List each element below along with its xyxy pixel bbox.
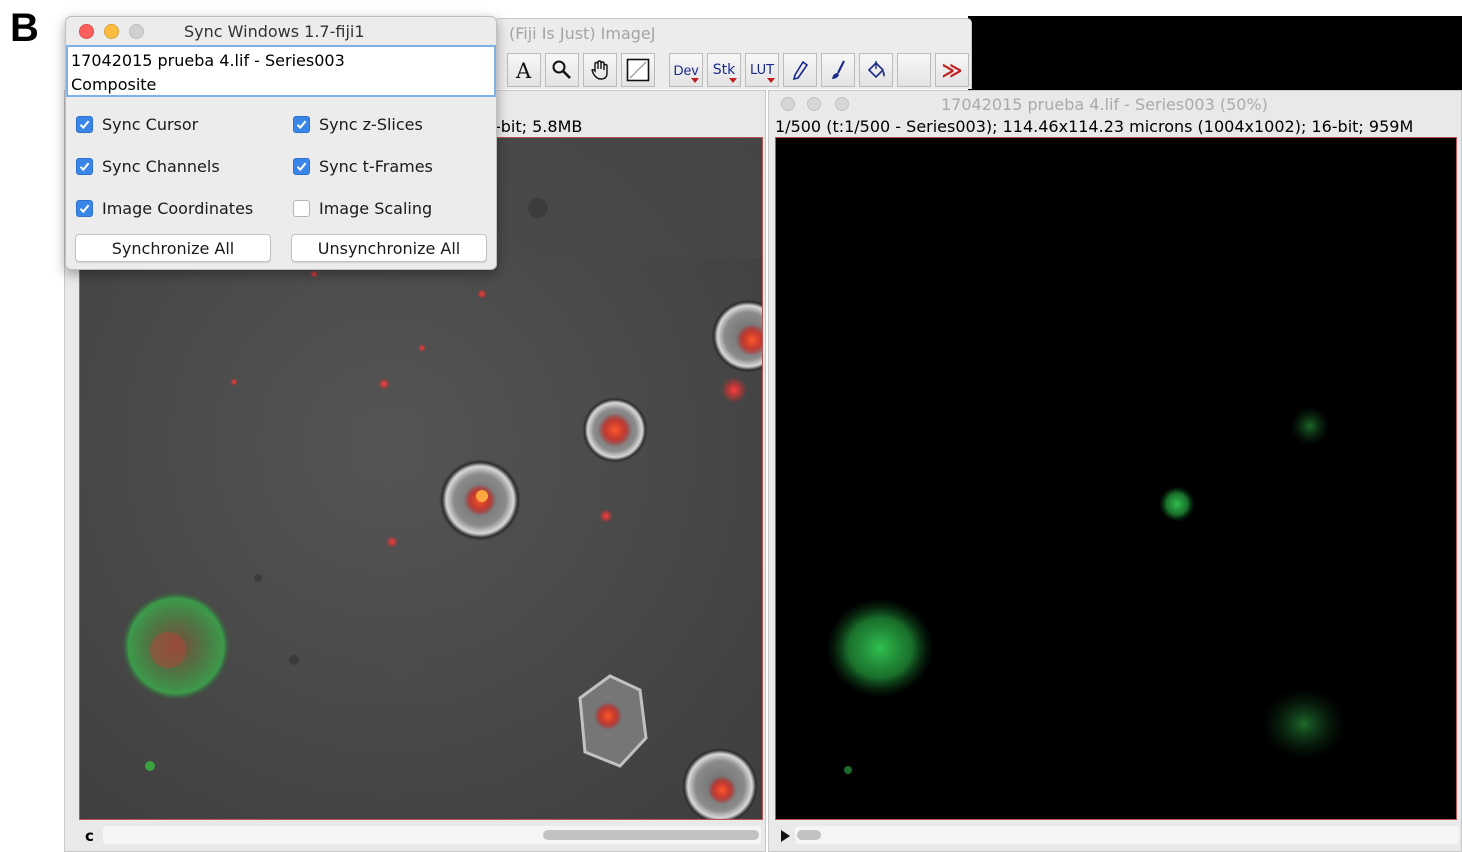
checkbox-checked-icon[interactable]: [293, 158, 310, 175]
image-info-subtitle: -bit; 5.8MB: [495, 117, 583, 136]
magnifier-tool-icon[interactable]: [545, 53, 579, 87]
frame-scrollbar-thumb[interactable]: [797, 830, 821, 840]
channel-scrollbar[interactable]: [103, 826, 761, 844]
sync-z-slices-option[interactable]: Sync z-Slices: [293, 115, 423, 134]
stk-menu[interactable]: Stk: [707, 53, 741, 87]
image-window-list[interactable]: 17042015 prueba 4.lif - Series003 Compos…: [66, 45, 496, 97]
flood-fill-tool-icon[interactable]: [859, 53, 893, 87]
minimize-button[interactable]: [104, 24, 119, 39]
unsynchronize-all-button[interactable]: Unsynchronize All: [291, 234, 487, 262]
imagej-main-window: (Fiji Is Just) ImageJ A Dev Stk LUT ≫: [494, 18, 972, 89]
green-image-canvas[interactable]: [775, 137, 1457, 820]
list-item[interactable]: 17042015 prueba 4.lif - Series003: [71, 51, 345, 70]
close-button[interactable]: [79, 24, 94, 39]
figure-panel-letter: B: [10, 6, 39, 50]
checkbox-checked-icon[interactable]: [293, 116, 310, 133]
checkbox-checked-icon[interactable]: [76, 200, 93, 217]
imagej-window-title: (Fiji Is Just) ImageJ: [509, 24, 656, 43]
sync-windows-dialog: Sync Windows 1.7-fiji1 17042015 prueba 4…: [65, 16, 497, 270]
list-item[interactable]: Composite: [71, 75, 156, 94]
window-minimize-button[interactable]: [807, 97, 821, 111]
green-image-window: 17042015 prueba 4.lif - Series003 (50%) …: [768, 90, 1462, 852]
imagej-toolbar: A Dev Stk LUT ≫: [495, 51, 971, 87]
window-zoom-button[interactable]: [835, 97, 849, 111]
text-tool-icon[interactable]: A: [507, 53, 541, 87]
channel-scrollbar-thumb[interactable]: [543, 830, 759, 840]
zoom-button[interactable]: [129, 24, 144, 39]
checkbox-checked-icon[interactable]: [76, 158, 93, 175]
dialog-title: Sync Windows 1.7-fiji1: [184, 22, 365, 41]
pencil-tool-icon[interactable]: [783, 53, 817, 87]
empty-tool-slot: [897, 53, 931, 87]
synchronize-all-button[interactable]: Synchronize All: [75, 234, 271, 262]
image-info-subtitle: 1/500 (t:1/500 - Series003); 114.46x114.…: [775, 117, 1414, 136]
color-picker-tool-icon[interactable]: [621, 53, 655, 87]
image-window-title: 17042015 prueba 4.lif - Series003 (50%): [941, 95, 1268, 114]
sync-channels-option[interactable]: Sync Channels: [76, 157, 220, 176]
dev-menu[interactable]: Dev: [669, 53, 703, 87]
sync-t-frames-option[interactable]: Sync t-Frames: [293, 157, 433, 176]
green-micrograph: [776, 138, 1456, 819]
play-icon[interactable]: [781, 830, 790, 842]
frame-scrollbar[interactable]: [795, 826, 1459, 844]
sync-cursor-option[interactable]: Sync Cursor: [76, 115, 198, 134]
window-close-button[interactable]: [781, 97, 795, 111]
more-tools-icon[interactable]: ≫: [935, 53, 969, 87]
checkbox-unchecked-icon[interactable]: [293, 200, 310, 217]
checkbox-checked-icon[interactable]: [76, 116, 93, 133]
image-scaling-option[interactable]: Image Scaling: [293, 199, 432, 218]
svg-text:A: A: [515, 59, 532, 81]
brush-tool-icon[interactable]: [821, 53, 855, 87]
image-coordinates-option[interactable]: Image Coordinates: [76, 199, 253, 218]
desktop-background: [968, 16, 1462, 90]
hand-tool-icon[interactable]: [583, 53, 617, 87]
channel-label: c: [85, 827, 94, 845]
lut-menu[interactable]: LUT: [745, 53, 779, 87]
